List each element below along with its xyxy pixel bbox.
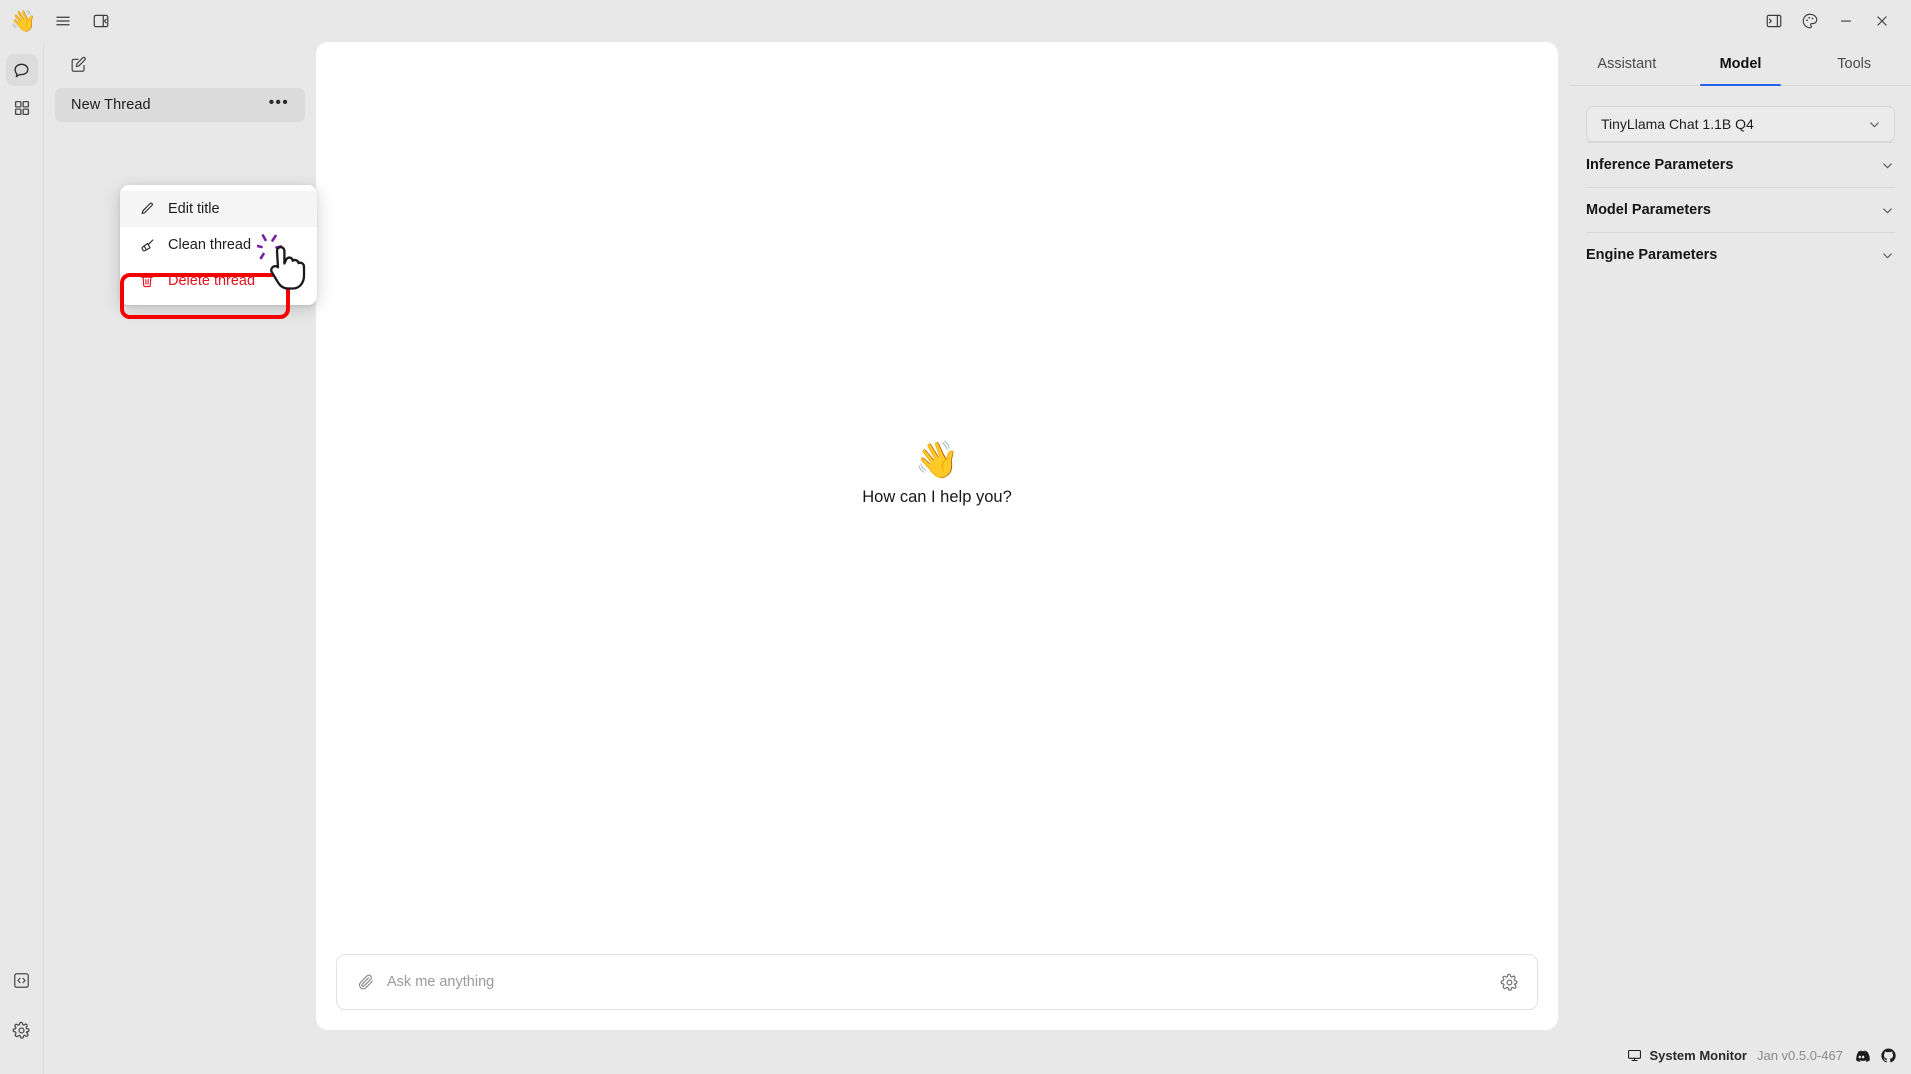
composer-settings-gear-icon[interactable] (1500, 973, 1519, 992)
threads-sidebar: New Thread ••• Edit title Clean thread D… (45, 42, 317, 1074)
context-menu-item-label: Edit title (168, 201, 220, 217)
waving-hand-logo: 👋 (10, 9, 37, 33)
theme-palette-icon[interactable] (1793, 5, 1827, 37)
chevron-down-icon (1880, 248, 1895, 263)
monitor-icon (1627, 1048, 1642, 1063)
chat-empty-prompt: How can I help you? (862, 488, 1012, 506)
status-bar: System Monitor Jan v0.5.0-467 (1627, 1036, 1897, 1074)
accordion-label: Inference Parameters (1586, 157, 1734, 173)
compose-new-thread-icon[interactable] (63, 49, 93, 79)
title-bar-left-group: 👋 (0, 5, 118, 37)
collapse-left-panel-icon[interactable] (84, 5, 118, 37)
pointing-hand-cursor (256, 234, 309, 296)
accordion-model-parameters[interactable]: Model Parameters (1586, 187, 1895, 232)
app-window: 👋 New Thread ••• Edit title Clean thread… (0, 0, 1911, 1074)
apps-grid-icon (13, 99, 31, 117)
context-menu-item-edit-title[interactable]: Edit title (120, 191, 317, 227)
right-panel-tabs: Assistant Model Tools (1570, 42, 1911, 86)
context-menu-item-label: Delete thread (168, 273, 256, 289)
tab-label: Tools (1837, 55, 1872, 72)
tab-label: Model (1719, 55, 1762, 72)
system-monitor-button[interactable]: System Monitor (1627, 1048, 1747, 1063)
menu-icon[interactable] (46, 5, 80, 37)
tab-assistant[interactable]: Assistant (1570, 42, 1684, 85)
model-selector-value: TinyLlama Chat 1.1B Q4 (1601, 116, 1754, 132)
accordion-engine-parameters[interactable]: Engine Parameters (1586, 232, 1895, 277)
collapse-right-panel-icon[interactable] (1757, 5, 1791, 37)
left-rail (0, 42, 44, 1074)
chevron-down-icon (1880, 158, 1895, 173)
thread-list-item[interactable]: New Thread ••• (55, 88, 305, 122)
trash-icon (138, 273, 156, 289)
right-settings-panel: Assistant Model Tools TinyLlama Chat 1.1… (1570, 42, 1911, 1074)
app-version-label: Jan v0.5.0-467 (1756, 1047, 1843, 1063)
broom-icon (138, 237, 156, 254)
accordion-inference-parameters[interactable]: Inference Parameters (1586, 142, 1895, 187)
tab-model[interactable]: Model (1684, 42, 1798, 86)
chat-main-card: 👋 How can I help you? (316, 42, 1558, 1030)
title-bar: 👋 (0, 0, 1911, 42)
minimize-icon[interactable] (1829, 5, 1863, 37)
left-rail-top-group (5, 54, 38, 124)
paperclip-icon[interactable] (357, 973, 375, 991)
rail-item-hub[interactable] (6, 92, 38, 124)
gear-icon (12, 1021, 31, 1040)
title-bar-right-group (1757, 0, 1899, 42)
chat-icon (12, 61, 31, 80)
thread-title: New Thread (71, 97, 151, 113)
message-input[interactable] (375, 974, 1500, 990)
rail-item-settings[interactable] (6, 1014, 38, 1046)
chevron-down-icon (1880, 203, 1895, 218)
tab-tools[interactable]: Tools (1797, 42, 1911, 85)
close-icon[interactable] (1865, 5, 1899, 37)
tab-label: Assistant (1597, 55, 1657, 72)
rail-item-local-api-server[interactable] (6, 964, 38, 996)
threads-sidebar-header (45, 42, 315, 86)
model-selector-dropdown[interactable]: TinyLlama Chat 1.1B Q4 (1586, 106, 1895, 142)
code-brackets-icon (12, 971, 31, 990)
message-composer[interactable] (336, 954, 1538, 1010)
rail-item-chat[interactable] (5, 54, 38, 86)
ellipsis-horizontal-icon[interactable]: ••• (267, 93, 291, 117)
pencil-icon (138, 201, 156, 217)
accordion-label: Model Parameters (1586, 202, 1711, 218)
waving-hand-emoji: 👋 (914, 439, 960, 480)
context-menu-item-label: Clean thread (168, 237, 252, 253)
left-rail-bottom-group (6, 964, 38, 1046)
chevron-down-icon (1867, 117, 1882, 132)
discord-icon[interactable] (1853, 1047, 1870, 1064)
chat-empty-state: 👋 How can I help you? (316, 442, 1558, 507)
github-icon[interactable] (1880, 1047, 1897, 1064)
system-monitor-label: System Monitor (1649, 1047, 1747, 1063)
accordion-label: Engine Parameters (1586, 247, 1718, 263)
